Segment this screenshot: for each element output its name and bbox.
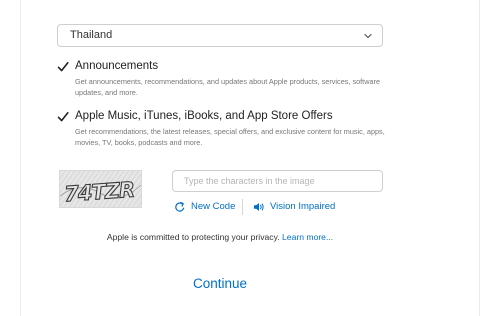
captcha-actions: New Code Vision Impaired (172, 199, 383, 215)
privacy-text: Apple is committed to protecting your pr… (106, 232, 280, 242)
divider (242, 199, 243, 215)
store-offers-label: Apple Music, iTunes, iBooks, and App Sto… (75, 110, 333, 122)
speaker-icon (254, 203, 264, 211)
captcha-text: 74TZR (63, 178, 134, 207)
announcements-checkbox[interactable] (57, 61, 69, 73)
country-select[interactable]: Thailand (57, 24, 383, 47)
captcha-input[interactable] (172, 170, 383, 192)
content-edge-left (20, 0, 21, 316)
vision-impaired-label: Vision Impaired (270, 201, 336, 212)
refresh-icon (175, 201, 185, 212)
captcha-image: 74TZR (59, 170, 142, 208)
account-signup-page: Thailand Announcements Get announcements… (0, 0, 500, 316)
country-select-value: Thailand (70, 29, 113, 41)
new-code-button[interactable]: New Code (174, 199, 236, 215)
continue-button[interactable]: Continue (0, 276, 440, 291)
store-offers-description: Get recommendations, the latest releases… (75, 127, 385, 147)
announcements-description: Get announcements, recommendations, and … (75, 77, 381, 97)
announcements-label: Announcements (75, 60, 159, 72)
new-code-label: New Code (191, 201, 236, 212)
vision-impaired-button[interactable]: Vision Impaired (253, 199, 336, 215)
learn-more-link[interactable]: Learn more... (282, 232, 333, 242)
privacy-notice: Apple is committed to protecting your pr… (0, 232, 440, 242)
chevron-down-icon (364, 33, 372, 39)
store-offers-checkbox[interactable] (57, 111, 69, 123)
content-edge-right (479, 0, 480, 316)
